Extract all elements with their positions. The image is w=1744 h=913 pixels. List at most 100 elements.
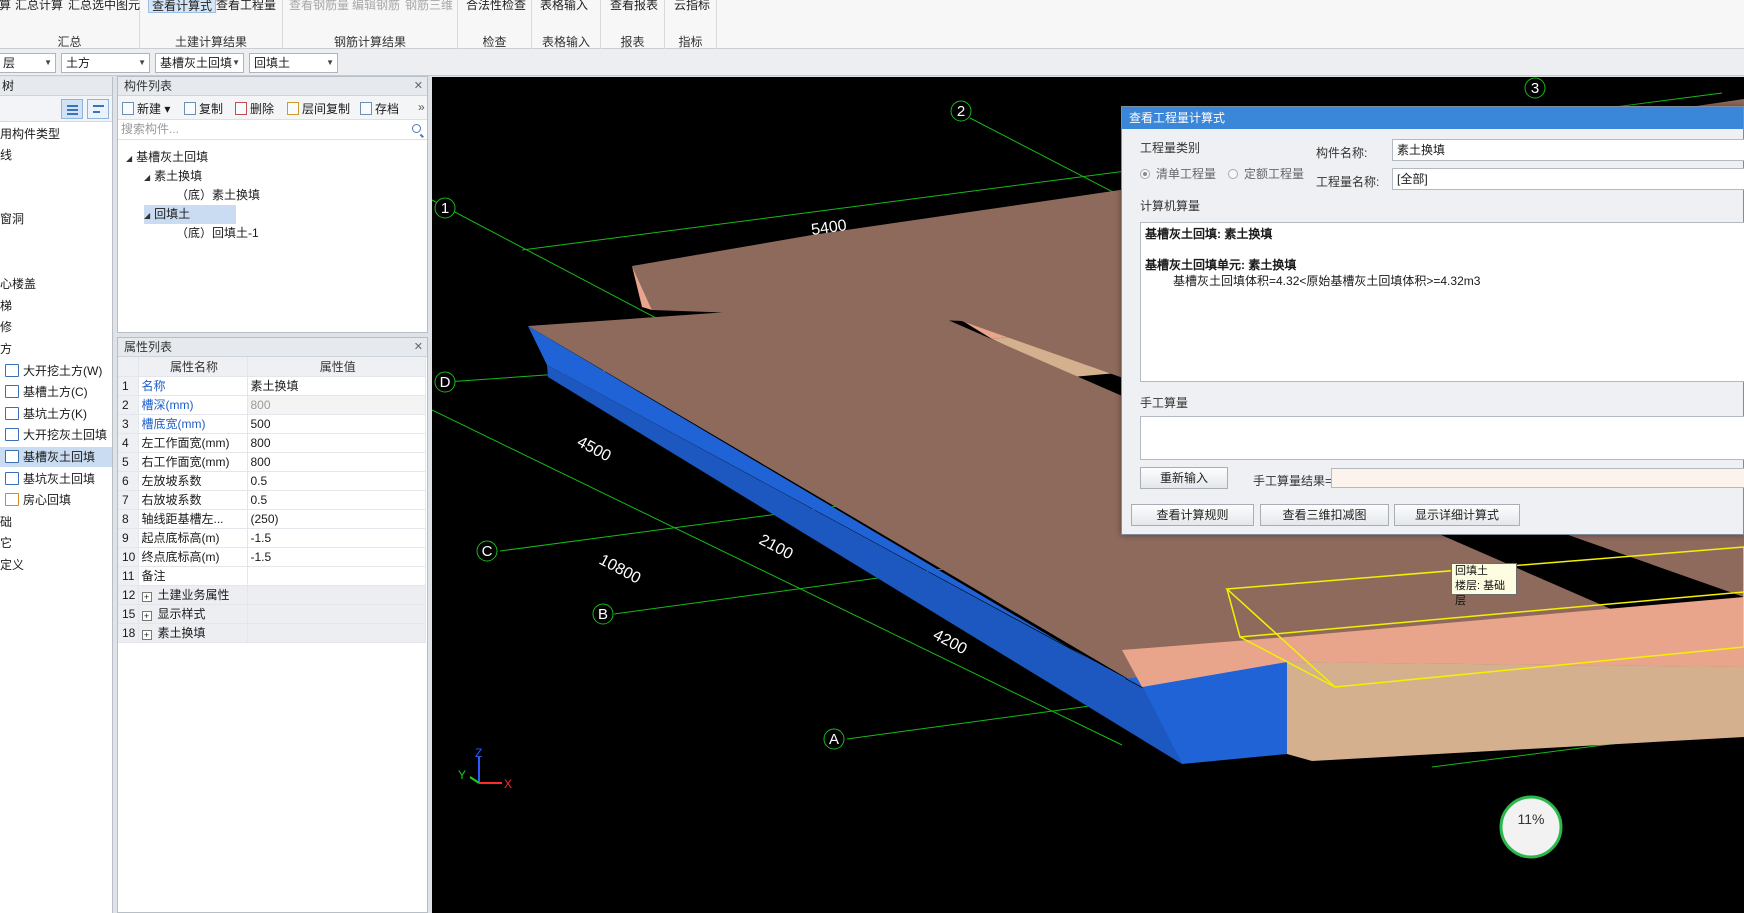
- view-formula-button[interactable]: 查看计算式: [148, 0, 217, 13]
- property-row[interactable]: 3 槽底宽(mm) 500: [118, 414, 426, 434]
- manual-result-field[interactable]: [1331, 468, 1744, 488]
- nav-item-common-types[interactable]: 用构件类型: [0, 124, 112, 144]
- new-button[interactable]: 新建 ▾: [122, 100, 170, 117]
- property-value[interactable]: 素土换填: [247, 376, 426, 396]
- property-value[interactable]: 500: [247, 414, 426, 434]
- nav-item-foundation[interactable]: 础: [0, 512, 112, 532]
- floor-select[interactable]: 层 ▼: [0, 53, 56, 73]
- nav-item-stairs[interactable]: 梯: [0, 296, 112, 316]
- expand-plus-icon[interactable]: +: [141, 611, 152, 621]
- zoom-indicator[interactable]: 11%: [1499, 795, 1563, 859]
- nav-item-open-excavation[interactable]: 大开挖土方(W): [0, 361, 112, 381]
- property-row[interactable]: 4 左工作面宽(mm) 800: [118, 433, 426, 453]
- property-row[interactable]: 15 + 显示样式: [118, 604, 426, 624]
- list-view-icon[interactable]: [61, 99, 83, 119]
- property-row[interactable]: 11 备注: [118, 566, 426, 586]
- property-value[interactable]: [247, 585, 426, 605]
- rebar-3d-button[interactable]: 钢筋三维: [402, 0, 456, 13]
- radio-icon[interactable]: [1228, 169, 1238, 179]
- nav-item-pit-earth[interactable]: 基坑土方(K): [0, 404, 112, 424]
- tree-node-plain-fill[interactable]: ◢ 素土换填: [144, 167, 202, 186]
- nav-item-earthwork[interactable]: 方: [0, 339, 112, 359]
- tree-node-backfill[interactable]: ◢ 回填土: [144, 205, 237, 225]
- property-value[interactable]: 0.5: [247, 490, 426, 510]
- view-rebar-button[interactable]: 查看钢筋量: [286, 0, 352, 13]
- nav-item-hollow-slab[interactable]: 心楼盖: [0, 274, 112, 294]
- delete-button[interactable]: 删除: [235, 100, 274, 117]
- nav-item-line[interactable]: 线: [0, 145, 112, 165]
- comp-name-field[interactable]: 素土换填: [1392, 139, 1744, 161]
- expand-icon[interactable]: ◢: [126, 149, 132, 168]
- radio-quota-qty[interactable]: 定额工程量: [1228, 165, 1304, 182]
- property-value[interactable]: [247, 604, 426, 624]
- view-quantity-button[interactable]: 查看工程量: [213, 0, 279, 13]
- property-value[interactable]: 800: [247, 452, 426, 472]
- nav-item-custom[interactable]: 定义: [0, 555, 112, 575]
- archive-button[interactable]: 存档: [360, 100, 399, 117]
- property-value[interactable]: -1.5: [247, 547, 426, 567]
- more-icon[interactable]: »: [418, 100, 425, 114]
- reinput-button[interactable]: 重新输入: [1140, 467, 1228, 489]
- radio-list-qty[interactable]: 清单工程量: [1140, 165, 1216, 182]
- nav-item-decoration[interactable]: 修: [0, 317, 112, 337]
- expand-icon[interactable]: ◢: [144, 206, 150, 225]
- property-row[interactable]: 5 右工作面宽(mm) 800: [118, 452, 426, 472]
- property-value[interactable]: [247, 623, 426, 643]
- expand-icon[interactable]: ◢: [144, 168, 150, 187]
- axis-bubble-1[interactable]: 1: [434, 197, 456, 219]
- tree-node-plain-fill-bottom[interactable]: （底）素土换填: [176, 186, 260, 205]
- property-row[interactable]: 10 终点底标高(m) -1.5: [118, 547, 426, 567]
- axis-bubble-3[interactable]: 3: [1524, 77, 1546, 99]
- summary-selected-button[interactable]: 汇总选中图元: [65, 0, 143, 13]
- property-row[interactable]: 7 右放坡系数 0.5: [118, 490, 426, 510]
- nav-item-trench-earth[interactable]: 基槽土方(C): [0, 382, 112, 402]
- category-select[interactable]: 土方 ▼: [61, 53, 150, 73]
- grid-view-icon[interactable]: [87, 99, 109, 119]
- search-icon[interactable]: [412, 124, 421, 133]
- table-input-button[interactable]: 表格输入: [537, 0, 591, 13]
- axis-bubble-a[interactable]: A: [823, 728, 845, 750]
- cloud-index-button[interactable]: 云指标: [671, 0, 713, 13]
- type-select[interactable]: 基槽灰土回填 ▼: [155, 53, 244, 73]
- view-rules-button[interactable]: 查看计算规则: [1131, 504, 1254, 526]
- nav-item-other[interactable]: 它: [0, 533, 112, 553]
- copy-button[interactable]: 复制: [184, 100, 223, 117]
- view-report-button[interactable]: 查看报表: [607, 0, 661, 13]
- axis-bubble-b[interactable]: B: [592, 603, 614, 625]
- summary-calc-button[interactable]: 汇总计算: [12, 0, 66, 13]
- floor-copy-button[interactable]: 层间复制: [287, 100, 350, 117]
- property-value[interactable]: [247, 566, 426, 586]
- tree-node-root[interactable]: ◢ 基槽灰土回填: [126, 148, 208, 167]
- nav-item-open-lime-backfill[interactable]: 大开挖灰土回填: [0, 425, 112, 445]
- axis-bubble-2[interactable]: 2: [950, 100, 972, 122]
- property-value[interactable]: 800: [247, 433, 426, 453]
- property-value[interactable]: -1.5: [247, 528, 426, 548]
- nav-item-room-backfill[interactable]: 房心回填: [0, 490, 112, 510]
- property-value[interactable]: (250): [247, 509, 426, 529]
- search-input[interactable]: 搜索构件...: [118, 120, 427, 140]
- property-row[interactable]: 9 起点底标高(m) -1.5: [118, 528, 426, 548]
- nav-item-pit-lime-backfill[interactable]: 基坑灰土回填: [0, 469, 112, 489]
- expand-plus-icon[interactable]: +: [141, 592, 152, 602]
- property-row[interactable]: 6 左放坡系数 0.5: [118, 471, 426, 491]
- tree-node-backfill-bottom[interactable]: （底）回填土-1: [176, 224, 259, 243]
- property-value[interactable]: 800: [247, 395, 426, 415]
- property-row[interactable]: 2 槽深(mm) 800: [118, 395, 426, 415]
- validity-check-button[interactable]: 合法性检查: [463, 0, 529, 13]
- expand-plus-icon[interactable]: +: [141, 630, 152, 640]
- property-row[interactable]: 18 + 素土换填: [118, 623, 426, 643]
- show-detail-formula-button[interactable]: 显示详细计算式: [1394, 504, 1520, 526]
- component-select[interactable]: 回填土 ▼: [249, 53, 338, 73]
- nav-item-window-hole[interactable]: 窗洞: [0, 209, 112, 229]
- close-icon[interactable]: ✕: [414, 338, 423, 356]
- axis-bubble-c[interactable]: C: [476, 540, 498, 562]
- edit-rebar-button[interactable]: 编辑钢筋: [349, 0, 403, 13]
- view-3d-deduction-button[interactable]: 查看三维扣减图: [1260, 504, 1389, 526]
- property-row[interactable]: 12 + 土建业务属性: [118, 585, 426, 605]
- property-row[interactable]: 1 名称 素土换填: [118, 376, 426, 396]
- manual-qty-input[interactable]: [1140, 416, 1744, 460]
- radio-icon[interactable]: [1140, 169, 1150, 179]
- property-row[interactable]: 8 轴线距基槽左... (250): [118, 509, 426, 529]
- property-value[interactable]: 0.5: [247, 471, 426, 491]
- qty-name-field[interactable]: [全部]: [1392, 168, 1744, 190]
